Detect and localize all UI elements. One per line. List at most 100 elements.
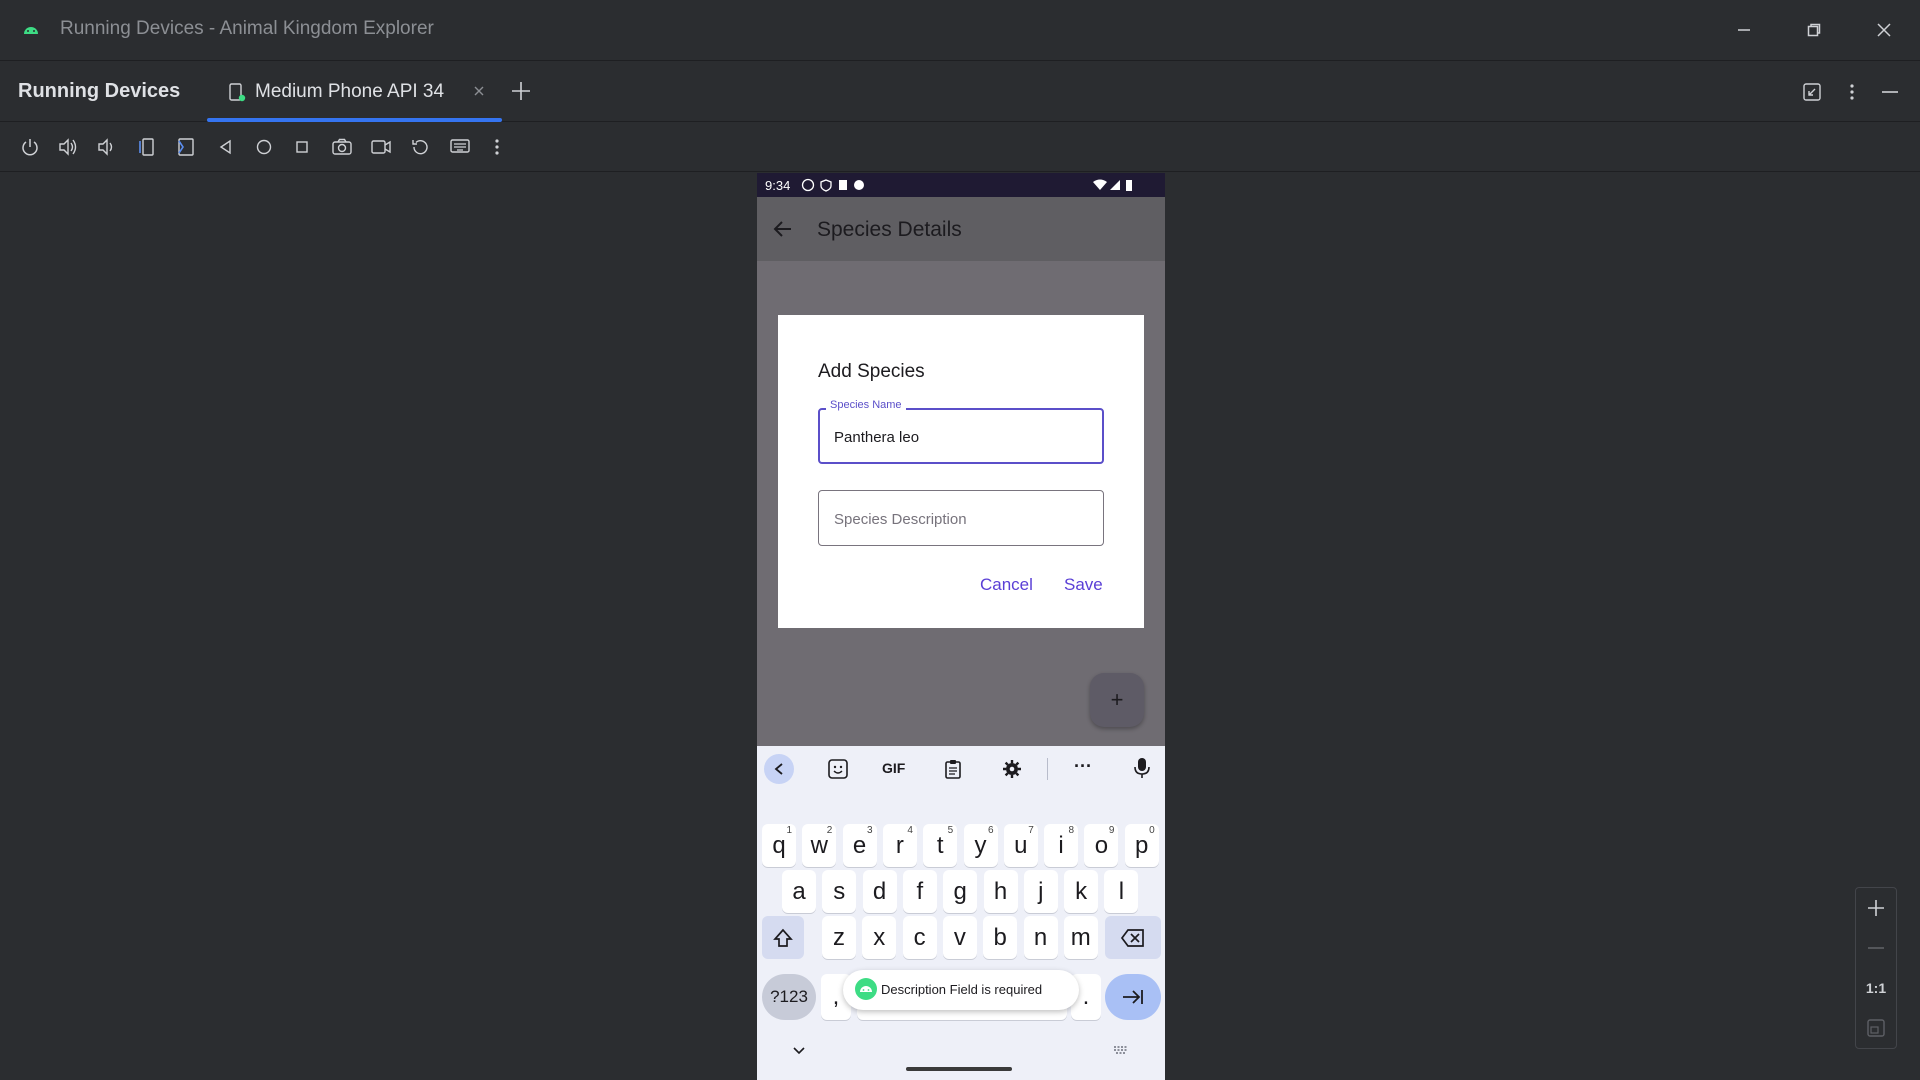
key-k[interactable]: k [1064, 870, 1099, 913]
enter-key[interactable] [1105, 974, 1161, 1020]
backspace-key[interactable] [1105, 916, 1161, 959]
tab-selected-indicator [207, 118, 502, 122]
android-icon [855, 978, 877, 1000]
key-hint: 2 [826, 825, 833, 836]
key-hint: 9 [1108, 825, 1115, 836]
save-button[interactable]: Save [1064, 575, 1103, 595]
screen-record-icon[interactable] [365, 131, 397, 163]
key-a[interactable]: a [782, 870, 816, 913]
key-x[interactable]: x [862, 916, 897, 959]
power-icon[interactable] [14, 131, 46, 163]
volume-up-icon[interactable] [52, 131, 84, 163]
restore-icon[interactable] [1779, 0, 1849, 60]
minimize-icon[interactable] [1709, 0, 1779, 60]
key-g[interactable]: g [943, 870, 978, 913]
reset-icon[interactable] [404, 131, 436, 163]
key-hint: 1 [786, 825, 792, 836]
screenshot-icon[interactable] [326, 131, 358, 163]
keyboard-icon[interactable] [444, 131, 476, 163]
tab-close-icon[interactable] [472, 84, 486, 98]
shift-key[interactable] [762, 916, 804, 959]
key-i[interactable]: i8 [1044, 824, 1079, 867]
key-m[interactable]: m [1063, 916, 1098, 959]
key-n[interactable]: n [1023, 916, 1058, 959]
toast-text: Description Field is required [881, 982, 1043, 997]
rotate-left-icon[interactable] [130, 131, 162, 163]
key-q[interactable]: q1 [762, 824, 796, 867]
key-c[interactable]: c [902, 916, 937, 959]
add-tab-icon[interactable] [510, 80, 532, 102]
device-screen[interactable]: 9:34 Species Details Add Species Species… [757, 173, 1165, 1080]
key-o[interactable]: o9 [1084, 824, 1119, 867]
more-icon[interactable] [481, 131, 513, 163]
app-bar-title: Species Details [817, 218, 962, 241]
settings-icon[interactable] [1001, 758, 1023, 780]
key-f[interactable]: f [902, 870, 937, 913]
toolbar-divider [1047, 758, 1048, 780]
volume-down-icon[interactable] [90, 131, 122, 163]
android-studio-icon [22, 20, 40, 38]
overview-icon[interactable] [286, 131, 318, 163]
more-vertical-icon[interactable] [1842, 82, 1862, 102]
zoom-actual-size-button[interactable]: 1:1 [1856, 968, 1896, 1008]
key-v[interactable]: v [942, 916, 977, 959]
status-time: 9:34 [765, 178, 791, 193]
key-e[interactable]: e3 [842, 824, 877, 867]
key-b[interactable]: b [983, 916, 1018, 959]
microphone-icon[interactable] [1134, 757, 1150, 779]
tool-window-title: Running Devices [18, 80, 181, 102]
key-h[interactable]: h [983, 870, 1018, 913]
key-t[interactable]: t5 [923, 824, 958, 867]
keyboard-switch-icon[interactable] [1112, 1044, 1130, 1056]
key-r[interactable]: r4 [882, 824, 917, 867]
sticker-icon[interactable] [827, 758, 849, 780]
key-hint: 6 [987, 825, 994, 836]
add-species-dialog: Add Species Species Name Panthera leo Sp… [778, 315, 1144, 628]
home-icon[interactable] [248, 131, 280, 163]
hide-icon[interactable] [1880, 82, 1900, 102]
key-hint: 7 [1028, 825, 1034, 836]
zoom-out-icon[interactable] [1856, 928, 1896, 968]
tab-label: Medium Phone API 34 [255, 81, 445, 102]
arrow-back-icon[interactable] [771, 217, 795, 241]
species-description-placeholder: Species Description [834, 511, 967, 528]
key-w[interactable]: w2 [802, 824, 837, 867]
add-fab[interactable]: + [1090, 673, 1144, 727]
zoom-fit-icon[interactable] [1856, 1008, 1896, 1048]
hide-keyboard-icon[interactable] [792, 1046, 806, 1056]
key-j[interactable]: j [1023, 870, 1058, 913]
species-name-value: Panthera leo [834, 429, 920, 446]
key-z[interactable]: z [822, 916, 856, 959]
soft-keyboard: GIF ··· ?123 , . q 1 w 2 e 3 r 4 t 5 y 6… [757, 746, 1165, 1080]
collapse-icon[interactable] [1802, 82, 1822, 102]
species-name-label: Species Name [826, 399, 906, 411]
key-hint: 0 [1149, 825, 1155, 836]
key-y[interactable]: y6 [963, 824, 998, 867]
key-hint: 4 [907, 825, 913, 836]
key-p[interactable]: p0 [1124, 824, 1159, 867]
more-options-button[interactable]: ··· [1074, 756, 1092, 777]
key-hint: 8 [1068, 825, 1075, 836]
notification-icons [801, 178, 881, 192]
collapse-toolbar-icon[interactable] [764, 754, 794, 784]
key-hint: 3 [867, 825, 873, 836]
key-d[interactable]: d [862, 870, 897, 913]
symbols-key[interactable]: ?123 [762, 974, 816, 1020]
key-u[interactable]: u7 [1003, 824, 1038, 867]
app-bar: Species Details [757, 197, 1165, 261]
dialog-title: Add Species [818, 361, 925, 382]
key-hint: 5 [947, 825, 954, 836]
zoom-in-icon[interactable] [1856, 888, 1896, 928]
cancel-button[interactable]: Cancel [980, 575, 1033, 595]
toast-message: Description Field is required [843, 970, 1079, 1010]
clipboard-icon[interactable] [943, 758, 963, 780]
gesture-handle[interactable] [906, 1067, 1012, 1071]
key-s[interactable]: s [822, 870, 857, 913]
window-title: Running Devices - Animal Kingdom Explore… [60, 18, 434, 39]
rotate-right-icon[interactable] [170, 131, 202, 163]
key-l[interactable]: l [1104, 870, 1139, 913]
close-icon[interactable] [1849, 0, 1919, 60]
back-icon[interactable] [210, 131, 242, 163]
device-icon [228, 82, 246, 102]
gif-button[interactable]: GIF [882, 760, 905, 776]
